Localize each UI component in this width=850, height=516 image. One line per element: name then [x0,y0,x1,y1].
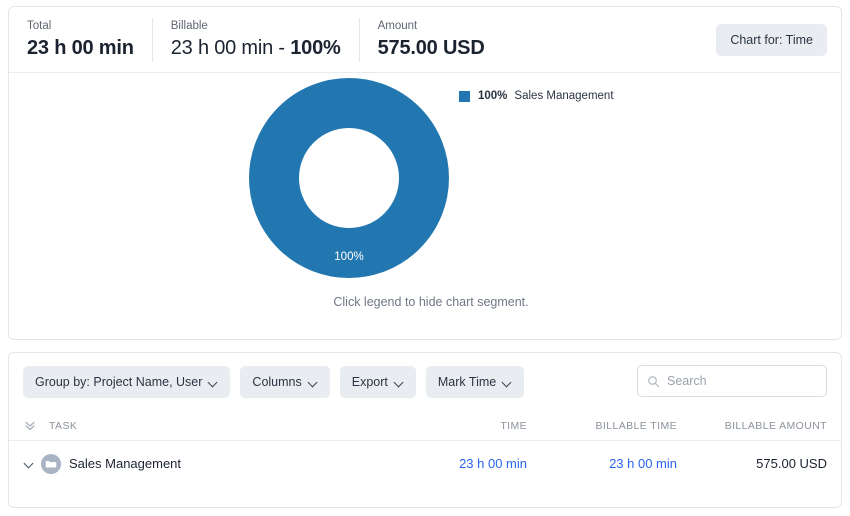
legend-label: Sales Management [514,90,614,102]
table-card: Group by: Project Name, User Columns Exp… [8,352,842,508]
donut-chart[interactable]: 100% [249,78,449,278]
group-by-button[interactable]: Group by: Project Name, User [23,366,231,398]
stat-billable: Billable 23 h 00 min - 100% [151,17,359,62]
column-header-task[interactable]: TASK [49,420,377,432]
table-row[interactable]: Sales Management 23 h 00 min 23 h 00 min… [9,441,841,486]
folder-icon [45,460,57,468]
column-header-billable-amount[interactable]: BILLABLE AMOUNT [677,420,827,432]
chart-for-button[interactable]: Chart for: Time [716,24,827,56]
stat-amount-label: Amount [377,20,418,32]
export-button[interactable]: Export [339,366,416,398]
chevron-down-icon [503,378,512,387]
column-header-time[interactable]: TIME [377,420,527,432]
stat-billable-percent: 100% [290,37,341,59]
search-input[interactable] [667,374,817,388]
row-expander-chevron-down-icon[interactable] [23,457,36,470]
chevron-down-icon [309,378,318,387]
stat-total: Total 23 h 00 min [9,18,152,62]
columns-button[interactable]: Columns [240,366,330,398]
row-billable-amount: 575.00 USD [756,456,827,471]
chart-card: Total 23 h 00 min Billable 23 h 00 min -… [8,6,842,340]
columns-label: Columns [252,375,302,389]
table-toolbar: Group by: Project Name, User Columns Exp… [9,353,841,411]
donut-segment-label: 100% [334,251,363,263]
legend-percent: 100% [478,90,508,102]
stat-total-value: 23 h 00 min [27,37,134,59]
table-header-row: TASK TIME BILLABLE TIME BILLABLE AMOUNT [9,411,841,441]
chevron-down-icon [395,378,404,387]
chart-legend-item-sales-management[interactable]: 100% Sales Management [459,90,614,102]
stat-amount: Amount 575.00 USD [358,17,503,62]
folder-avatar-icon [41,453,61,474]
search-icon [648,375,660,387]
mark-time-label: Mark Time [437,375,497,389]
stat-amount-value: 575.00 USD [377,37,485,59]
mark-time-button[interactable]: Mark Time [425,366,525,398]
group-by-label: Group by: Project Name, User [35,375,203,389]
task-cell: Sales Management [41,453,377,474]
search-box[interactable] [637,365,827,397]
report-page: Total 23 h 00 min Billable 23 h 00 min -… [0,0,850,516]
column-header-billable-time[interactable]: BILLABLE TIME [527,420,677,432]
summary-bar: Total 23 h 00 min Billable 23 h 00 min -… [9,7,841,73]
donut-chart-area: 100% 100% Sales Management Click legend … [9,73,841,339]
chevron-down-icon [209,378,218,387]
row-billable-time[interactable]: 23 h 00 min [527,456,677,471]
legend-color-swatch [459,90,470,102]
stat-total-label: Total [27,20,52,32]
task-name: Sales Management [69,456,182,471]
donut-segment-sales-management[interactable] [249,78,449,278]
donut-svg: 100% [249,78,449,278]
double-chevron-down-icon[interactable] [23,419,37,433]
stat-billable-duration: 23 h 00 min - [170,37,291,59]
stat-billable-label: Billable [170,20,208,32]
chart-hint-text: Click legend to hide chart segment. [333,295,529,309]
row-time[interactable]: 23 h 00 min [377,456,527,471]
stat-billable-value: 23 h 00 min - 100% [171,36,341,60]
export-label: Export [351,375,388,389]
